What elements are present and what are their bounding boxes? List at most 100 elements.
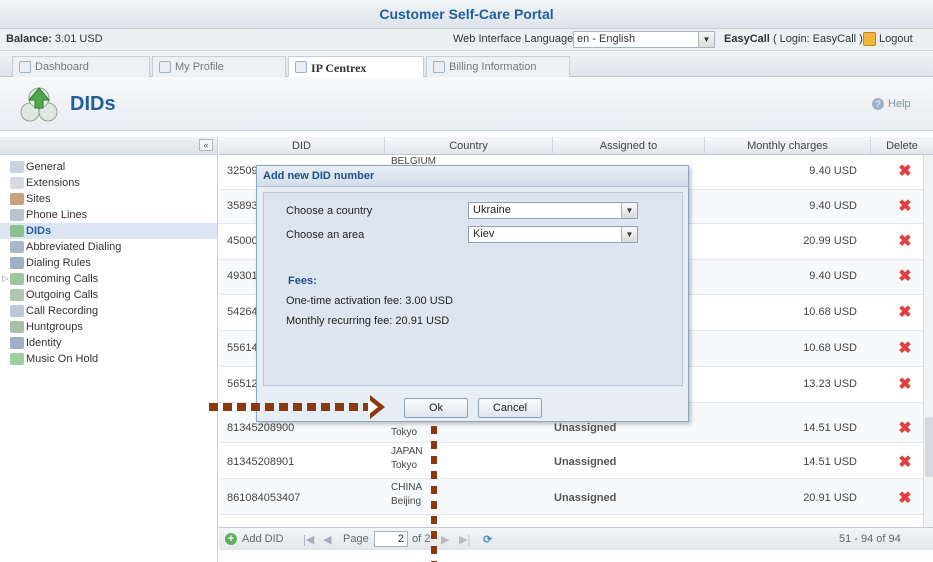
did-country: JAPAN [391, 446, 423, 457]
add-did-dialog: Add new DID number Choose a country Ukra… [256, 165, 689, 422]
table-scrollbar[interactable] [923, 155, 933, 527]
first-page-icon[interactable]: |◀ [303, 533, 314, 546]
sidebar-item-extensions[interactable]: Extensions [0, 175, 217, 191]
sidebar-item-call-recording[interactable]: Call Recording [0, 303, 217, 319]
last-page-icon[interactable]: ▶| [459, 533, 470, 546]
scrollbar-thumb[interactable] [925, 417, 933, 477]
tab-my-profile[interactable]: My Profile [152, 56, 286, 77]
language-value: en - English [577, 33, 636, 45]
app-window: Customer Self-Care Portal Balance: 3.01 … [0, 0, 933, 562]
area-select[interactable]: Kiev ▼ [468, 226, 638, 243]
tab-billing-information[interactable]: Billing Information [426, 56, 570, 77]
delete-icon[interactable]: ✖ [898, 269, 912, 285]
sidebar-item-general[interactable]: General [0, 159, 217, 175]
did-charge: 14.51 USD [803, 422, 857, 434]
top-bar: Balance: 3.01 USD Web Interface Language… [0, 29, 933, 51]
help-link[interactable]: Help [888, 98, 911, 110]
area-label: Choose an area [286, 229, 365, 241]
did-number: 32509 [227, 165, 258, 177]
add-did-button[interactable]: Add DID [242, 533, 284, 545]
delete-icon[interactable]: ✖ [898, 421, 912, 437]
did-number: 54264 [227, 306, 258, 318]
sidebar-item-dialing-rules[interactable]: Dialing Rules [0, 255, 217, 271]
page-title: DIDs [70, 93, 116, 115]
did-charge: 9.40 USD [809, 165, 857, 177]
delete-icon[interactable]: ✖ [898, 199, 912, 215]
dialog-title: Add new DID number [257, 166, 688, 187]
delete-icon[interactable]: ✖ [898, 234, 912, 250]
column-header-delete: Delete [886, 140, 918, 152]
sidebar-item-label: Incoming Calls [26, 273, 99, 285]
delete-icon[interactable]: ✖ [898, 341, 912, 357]
column-header-assigned-to[interactable]: Assigned to [553, 137, 705, 155]
sidebar-item-huntgroups[interactable]: Huntgroups [0, 319, 217, 335]
collapse-icon[interactable]: « [199, 139, 213, 151]
sidebar-item-label: DIDs [26, 225, 52, 237]
did-number: 81345208901 [227, 456, 295, 468]
tab-label: Billing Information [449, 61, 537, 73]
fees-title: Fees: [288, 275, 317, 287]
cancel-button[interactable]: Cancel [478, 398, 542, 418]
ok-button[interactable]: Ok [404, 398, 468, 418]
delete-icon[interactable]: ✖ [898, 305, 912, 321]
sites-icon [10, 193, 24, 205]
did-charge: 10.68 USD [803, 306, 857, 318]
sidebar-item-identity[interactable]: Identity [0, 335, 217, 351]
delete-icon[interactable]: ✖ [898, 377, 912, 393]
delete-icon[interactable]: ✖ [898, 455, 912, 471]
gear-icon [10, 161, 24, 173]
incoming-calls-icon [10, 273, 24, 285]
refresh-icon[interactable]: ⟳ [483, 533, 492, 546]
column-header-country[interactable]: Country [385, 137, 553, 155]
sidebar-item-label: Dialing Rules [26, 257, 91, 269]
country-value: Ukraine [473, 204, 511, 216]
did-charge: 14.51 USD [803, 456, 857, 468]
activation-fee: One-time activation fee: 3.00 USD [286, 295, 453, 307]
expand-icon[interactable]: ▷ [2, 271, 8, 287]
did-number: 35893 [227, 200, 258, 212]
country-select[interactable]: Ukraine ▼ [468, 202, 638, 219]
column-header-did[interactable]: DID [219, 137, 385, 155]
call-recording-icon [10, 305, 24, 317]
prev-page-icon[interactable]: ◀ [323, 533, 331, 546]
tab-ip-centrex[interactable]: IP Centrex [288, 56, 424, 78]
extensions-icon [10, 177, 24, 189]
sidebar-item-incoming-calls[interactable]: ▷ Incoming Calls [0, 271, 217, 287]
sidebar-item-outgoing-calls[interactable]: Outgoing Calls [0, 287, 217, 303]
recurring-fee: Monthly recurring fee: 20.91 USD [286, 315, 450, 327]
did-charge: 20.91 USD [803, 492, 857, 504]
chevron-down-icon: ▼ [698, 32, 714, 47]
country-label: Choose a country [286, 205, 373, 217]
sidebar-item-music-on-hold[interactable]: Music On Hold [0, 351, 217, 367]
logout-link[interactable]: Logout [879, 33, 913, 45]
sidebar-item-label: Outgoing Calls [26, 289, 99, 301]
did-charge: 13.23 USD [803, 378, 857, 390]
table-row[interactable]: 81345208901 JAPAN Tokyo Unassigned 14.51… [219, 443, 923, 479]
page-range: 51 - 94 of 94 [839, 533, 901, 545]
user-login: ( Login: EasyCall ) [772, 33, 863, 45]
delete-icon[interactable]: ✖ [898, 491, 912, 507]
page-number-input[interactable]: 2 [374, 531, 408, 547]
add-icon[interactable]: + [225, 533, 237, 545]
identity-icon [10, 337, 24, 349]
next-page-icon[interactable]: ▶ [441, 533, 449, 546]
language-select[interactable]: en - English ▼ [573, 31, 715, 48]
balance-label: Balance: [6, 33, 52, 45]
sidebar-item-sites[interactable]: Sites [0, 191, 217, 207]
sidebar-item-abbreviated-dialing[interactable]: Abbreviated Dialing [0, 239, 217, 255]
sidebar-item-label: Phone Lines [26, 209, 88, 221]
help-icon[interactable]: ? [872, 98, 884, 110]
delete-icon[interactable]: ✖ [898, 164, 912, 180]
user-icon [159, 61, 171, 73]
sidebar-item-phone-lines[interactable]: Phone Lines [0, 207, 217, 223]
did-charge: 20.99 USD [803, 235, 857, 247]
language-label: Web Interface Language: [453, 33, 577, 45]
column-header-monthly-charges[interactable]: Monthly charges [705, 137, 871, 155]
table-row[interactable]: 861084053407 CHINA Beijing Unassigned 20… [219, 479, 923, 515]
did-number: 81345208900 [227, 422, 295, 434]
main-tabs: Dashboard My Profile IP Centrex Billing … [0, 51, 933, 78]
dids-icon [20, 87, 58, 122]
tab-dashboard[interactable]: Dashboard [12, 56, 150, 77]
sidebar-item-dids[interactable]: DIDs [0, 223, 217, 239]
sidebar-item-label: Call Recording [26, 305, 99, 317]
